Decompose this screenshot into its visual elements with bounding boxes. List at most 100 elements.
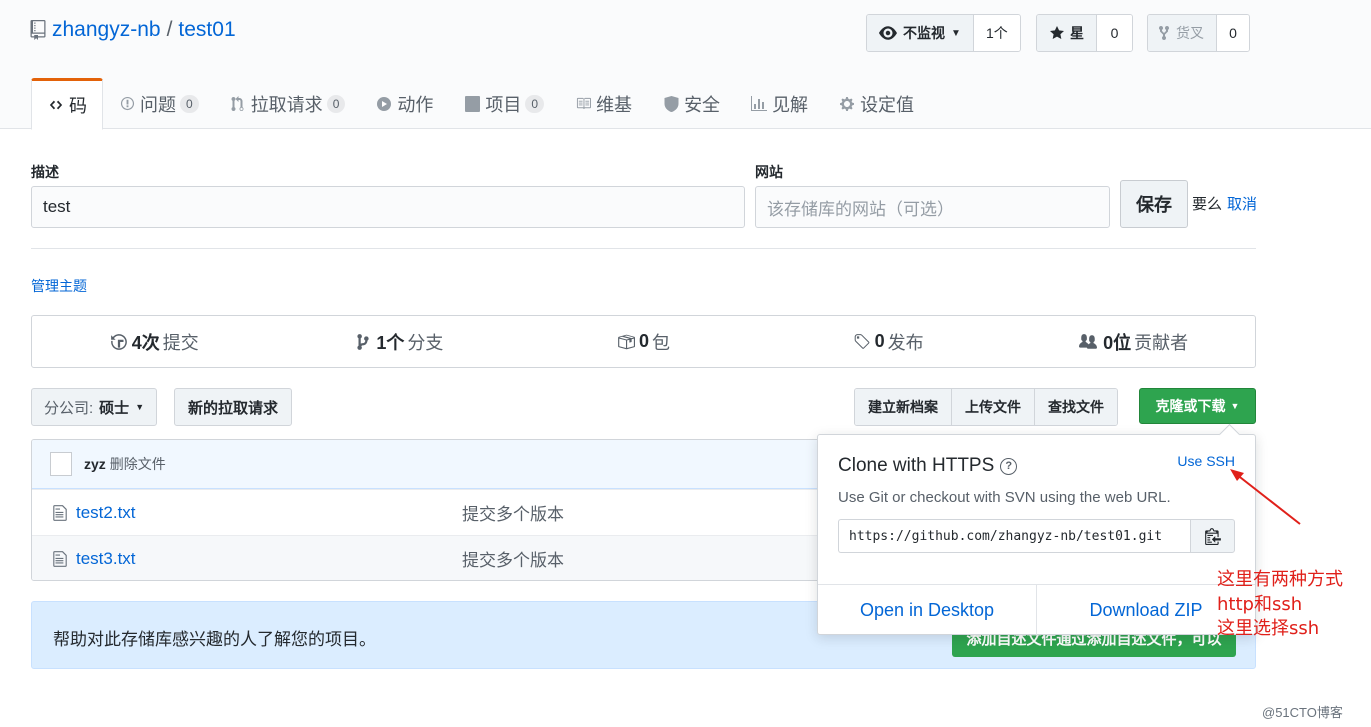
website-input[interactable]: 该存储库的网站（可选）: [755, 186, 1110, 228]
cancel-link[interactable]: 取消: [1227, 193, 1257, 214]
new-pull-request-button[interactable]: 新的拉取请求: [174, 388, 292, 426]
tab-projects[interactable]: 项目 0: [448, 78, 559, 129]
clone-dropdown: Clone with HTTPS ? Use SSH Use Git or ch…: [817, 434, 1256, 635]
issues-counter: 0: [180, 94, 199, 113]
repo-owner-link[interactable]: zhangyz-nb: [52, 18, 161, 42]
tab-issues[interactable]: 问题 0: [103, 78, 214, 129]
open-in-desktop-button[interactable]: Open in Desktop: [818, 585, 1037, 635]
eye-icon: [879, 26, 897, 40]
tab-label: 动作: [397, 94, 434, 115]
annotation-text: 这里有两种方式 http和ssh 这里选择ssh: [1217, 568, 1343, 642]
file-name-link[interactable]: test3.txt: [76, 549, 136, 569]
commit-author[interactable]: zyz: [84, 456, 106, 472]
star-count[interactable]: 0: [1097, 15, 1132, 51]
tab-label: 码: [69, 96, 87, 116]
branch-icon: [357, 333, 369, 350]
clone-url-input[interactable]: https://github.com/zhangyz-nb/test01.git: [838, 519, 1191, 553]
caret-down-icon: ▼: [951, 27, 961, 39]
watch-group: 不监视 ▼ 1个: [866, 14, 1021, 52]
caret-down-icon: ▼: [1230, 401, 1240, 411]
file-nav-group: 建立新档案 上传文件 查找文件: [854, 388, 1118, 426]
tab-label: 问题: [140, 94, 176, 115]
annotation-line: 这里选择ssh: [1217, 618, 1320, 639]
code-icon: [47, 96, 65, 114]
tab-label: 见解: [772, 94, 809, 115]
tab-insights[interactable]: 见解: [735, 78, 823, 129]
packages-summary[interactable]: 0 包: [521, 316, 766, 367]
clone-title-text: Clone with HTTPS: [838, 455, 995, 476]
contributors-count: 0位: [1103, 332, 1132, 353]
question-icon[interactable]: ?: [1000, 457, 1018, 475]
fork-button[interactable]: 货叉: [1148, 15, 1217, 51]
file-name-link[interactable]: test2.txt: [76, 503, 136, 523]
commit-message[interactable]: 删除文件: [110, 454, 166, 474]
star-button[interactable]: 星: [1037, 15, 1097, 51]
tab-wiki[interactable]: 维基: [559, 78, 647, 129]
manage-topics-link[interactable]: 管理主题: [31, 276, 87, 296]
tab-security[interactable]: 安全: [647, 78, 735, 129]
tab-actions[interactable]: 动作: [360, 78, 448, 129]
tab-pull-requests[interactable]: 拉取请求 0: [214, 78, 361, 129]
fork-group: 货叉 0: [1147, 14, 1250, 52]
project-icon: [463, 95, 481, 113]
find-file-button[interactable]: 查找文件: [1035, 389, 1117, 425]
annotation-line: 这里有两种方式: [1217, 569, 1343, 590]
tag-icon: [854, 333, 869, 349]
repo-nav-tabs: 码 问题 0 拉取请求 0 动作 项目 0 维基 安全 见解 设定值: [31, 78, 929, 130]
packages-count: 0: [638, 331, 649, 351]
clone-label: 克隆或下载: [1155, 398, 1226, 414]
save-button[interactable]: 保存: [1120, 180, 1188, 228]
numbers-summary: 4次 提交 1个 分支 0 包 0 发布 0位 贡献者: [31, 315, 1256, 368]
clone-options: Open in Desktop Download ZIP: [818, 584, 1255, 635]
releases-summary[interactable]: 0 发布: [766, 316, 1011, 367]
releases-count: 0: [874, 331, 885, 351]
upload-files-button[interactable]: 上传文件: [952, 389, 1035, 425]
file-icon: [53, 550, 67, 567]
tab-label: 设定值: [860, 94, 915, 115]
tab-label: 拉取请求: [250, 94, 323, 115]
clipboard-icon: [1204, 528, 1221, 545]
fork-icon: [1159, 25, 1169, 41]
pull-requests-counter: 0: [326, 94, 346, 113]
watch-count[interactable]: 1个: [973, 15, 1020, 51]
contributors-summary[interactable]: 0位 贡献者: [1010, 316, 1255, 367]
repo-icon: [30, 20, 46, 40]
repo-header: zhangyz-nb / test01 不监视 ▼ 1个 星 0 货叉 0 码 …: [0, 0, 1371, 130]
branches-count: 1个: [376, 332, 405, 353]
clone-download-button[interactable]: 克隆或下载 ▼: [1139, 388, 1256, 424]
description-input[interactable]: test: [31, 186, 745, 228]
fork-label: 货叉: [1176, 25, 1204, 41]
repo-name-link[interactable]: test01: [178, 18, 235, 42]
commits-count: 4次: [131, 332, 160, 353]
watch-button[interactable]: 不监视 ▼: [867, 15, 974, 51]
branches-label: 分支: [407, 332, 444, 353]
file-commit-message[interactable]: 提交多个版本: [462, 546, 564, 571]
branch-name: 硕士: [99, 399, 130, 417]
play-icon: [375, 95, 393, 113]
tab-settings[interactable]: 设定值: [823, 78, 929, 129]
issue-icon: [118, 95, 136, 113]
tab-label: 维基: [596, 94, 633, 115]
clone-title: Clone with HTTPS ?: [838, 455, 1018, 477]
website-label: 网站: [755, 164, 783, 180]
readme-prompt-text: 帮助对此存储库感兴趣的人了解您的项目。: [53, 630, 376, 649]
watch-label: 不监视: [903, 25, 945, 41]
branches-summary[interactable]: 1个 分支: [277, 316, 522, 367]
or-text: 要么: [1192, 196, 1223, 213]
create-file-button[interactable]: 建立新档案: [855, 389, 952, 425]
commits-summary[interactable]: 4次 提交: [32, 316, 277, 367]
file-icon: [53, 504, 67, 521]
watermark: @51CTO博客: [1262, 705, 1343, 720]
branch-select-button[interactable]: 分公司: 硕士 ▼: [31, 388, 158, 426]
fork-count[interactable]: 0: [1217, 15, 1249, 51]
clone-description: Use Git or checkout with SVN using the w…: [838, 489, 1171, 506]
divider: [31, 248, 1256, 249]
caret-down-icon: ▼: [135, 402, 145, 412]
people-icon: [1079, 333, 1098, 349]
shield-icon: [662, 95, 680, 113]
avatar[interactable]: [50, 452, 72, 476]
file-commit-message[interactable]: 提交多个版本: [462, 500, 564, 525]
releases-label: 发布: [887, 332, 924, 353]
tab-label: 安全: [684, 94, 721, 115]
tab-code[interactable]: 码: [31, 78, 103, 130]
